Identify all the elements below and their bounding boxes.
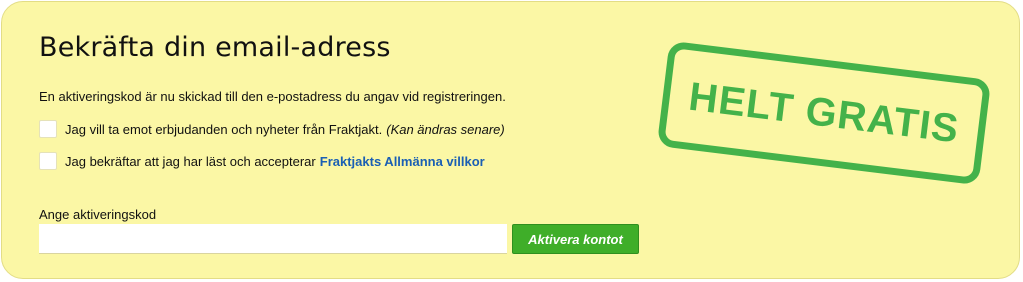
- terms-checkbox[interactable]: [39, 152, 57, 170]
- activation-code-input[interactable]: [39, 224, 507, 254]
- offers-note: (Kan ändras senare): [386, 121, 505, 137]
- activation-code-label: Ange aktiveringskod: [39, 207, 157, 222]
- terms-link[interactable]: Fraktjakts Allmänna villkor: [320, 154, 485, 169]
- offers-checkbox[interactable]: [39, 120, 57, 138]
- intro-text: En aktiveringskod är nu skickad till den…: [39, 89, 506, 104]
- activate-account-button[interactable]: Aktivera kontot: [512, 224, 639, 254]
- stamp-text: HELT GRATIS: [686, 74, 962, 151]
- offers-label: Jag vill ta emot erbjudanden och nyheter…: [65, 121, 383, 137]
- activation-panel: Bekräfta din email-adress En aktiverings…: [1, 1, 1020, 279]
- page-title: Bekräfta din email-adress: [39, 32, 391, 63]
- free-stamp: HELT GRATIS: [656, 40, 992, 186]
- terms-label: Jag bekräftar att jag har läst och accep…: [65, 153, 316, 169]
- offers-option: Jag vill ta emot erbjudanden och nyheter…: [39, 120, 505, 138]
- terms-option: Jag bekräftar att jag har läst och accep…: [39, 152, 485, 170]
